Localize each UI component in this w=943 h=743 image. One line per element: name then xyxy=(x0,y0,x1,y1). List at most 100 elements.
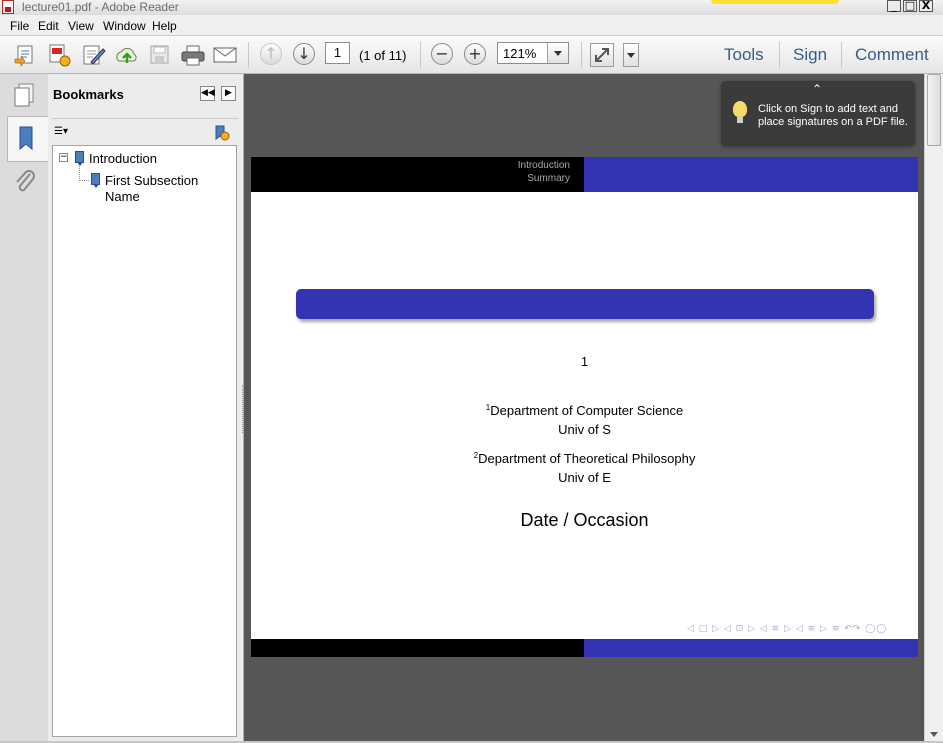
sign-tooltip: ⌃ Click on Sign to add text and place si… xyxy=(721,81,915,146)
tooltip-line-2: place signatures on a PDF file. xyxy=(758,116,908,128)
bookmarks-subtoolbar: ☰▾ xyxy=(52,118,238,145)
slide-footer-left xyxy=(251,639,584,657)
share-files-icon xyxy=(49,44,71,67)
close-button[interactable]: X xyxy=(919,0,933,12)
slide-header-right xyxy=(584,157,918,192)
main-toolbar: ↑ ↓ 1 (1 of 11) − + 121% Tools Sign Comm… xyxy=(0,36,943,74)
toolbar-separator xyxy=(779,42,780,68)
toolbar-separator xyxy=(420,42,421,68)
zoom-out-button[interactable]: − xyxy=(431,43,453,65)
new-bookmark-button[interactable] xyxy=(212,124,230,145)
share-files-button[interactable] xyxy=(47,43,73,67)
zoom-value: 121% xyxy=(503,46,537,61)
tree-connector xyxy=(79,166,89,181)
bookmark-icon xyxy=(91,173,100,188)
tooltip-text: Click on Sign to add text and place sign… xyxy=(758,103,910,129)
title-bar: lecture01.pdf - Adobe Reader _ □ X xyxy=(0,0,943,15)
navigation-rail xyxy=(0,74,49,741)
slide-footer-right xyxy=(584,639,918,657)
chevron-up-icon[interactable]: ⌃ xyxy=(812,83,822,96)
expand-panel-button[interactable]: ▶ xyxy=(221,86,236,101)
slide-title-box xyxy=(296,289,874,319)
sign-edit-icon xyxy=(83,45,106,65)
toolbar-separator xyxy=(248,42,249,68)
menu-bar: File Edit View Window Help xyxy=(0,15,943,36)
print-button[interactable] xyxy=(180,43,206,67)
menu-file[interactable]: File xyxy=(10,19,29,33)
menu-view[interactable]: View xyxy=(68,19,94,33)
pdf-page: Introduction Summary 1 1Department of Co… xyxy=(251,157,918,657)
new-bookmark-icon xyxy=(215,125,230,141)
menu-edit[interactable]: Edit xyxy=(38,19,59,33)
zoom-select[interactable]: 121% xyxy=(497,42,569,64)
bookmarks-icon xyxy=(19,126,33,151)
bookmark-tree: − Introduction First Subsection Name xyxy=(52,145,237,737)
scroll-down-icon[interactable] xyxy=(930,732,938,737)
scrollbar-thumb[interactable] xyxy=(927,74,941,146)
notification-strip[interactable] xyxy=(711,0,839,4)
collapse-panel-button[interactable]: ◀◀ xyxy=(200,86,215,101)
toolbar-separator xyxy=(581,42,582,68)
previous-page-icon: ↑ xyxy=(264,44,278,63)
fit-page-icon xyxy=(595,48,609,62)
affiliation-2-univ: Univ of E xyxy=(558,470,611,485)
zoom-in-button[interactable]: + xyxy=(464,43,486,65)
edit-sign-button[interactable] xyxy=(81,43,107,67)
page-thumbnails-button[interactable] xyxy=(11,82,37,113)
bookmark-label-line1: First Subsection xyxy=(105,173,199,188)
previous-page-button[interactable]: ↑ xyxy=(260,43,282,65)
window-title: lecture01.pdf - Adobe Reader xyxy=(22,0,179,14)
bookmark-options-button[interactable]: ☰▾ xyxy=(54,125,82,139)
beamer-navigation-symbols[interactable]: ◁ □ ▷ ◁ ⊡ ▷ ◁ ≡ ▷ ◁ ≡ ▷ ≡ ↶↷ ◯◯ xyxy=(687,624,915,636)
collapse-toggle[interactable]: − xyxy=(59,153,68,162)
more-tools-icon xyxy=(627,53,635,58)
lightbulb-icon xyxy=(733,101,747,123)
tools-pane-link[interactable]: Tools xyxy=(724,45,764,65)
affiliation-1-dept: 1Department of Computer Science xyxy=(251,403,918,418)
bookmark-icon xyxy=(75,151,84,166)
email-icon xyxy=(213,47,237,63)
header-section[interactable]: Introduction xyxy=(518,160,570,171)
zoom-out-icon: − xyxy=(435,44,449,63)
next-page-button[interactable]: ↓ xyxy=(293,43,315,65)
chevron-down-icon xyxy=(554,51,562,56)
more-tools-button[interactable] xyxy=(623,43,639,67)
menu-window[interactable]: Window xyxy=(103,19,146,33)
bookmark-label-line2: Name xyxy=(105,189,140,204)
next-page-icon: ↓ xyxy=(297,44,311,63)
bookmarks-panel: Bookmarks ◀◀ ▶ ☰▾ − Introduction First S… xyxy=(48,74,244,741)
upload-cloud-icon xyxy=(116,47,137,63)
zoom-dropdown-button[interactable] xyxy=(547,43,568,63)
page-number-input[interactable]: 1 xyxy=(325,42,350,64)
panel-title: Bookmarks xyxy=(53,87,124,102)
create-pdf-button[interactable] xyxy=(13,43,39,67)
page-thumbnails-icon xyxy=(14,83,34,107)
save-icon xyxy=(150,45,169,64)
menu-help[interactable]: Help xyxy=(152,19,177,33)
affiliation-1-univ: Univ of S xyxy=(558,422,611,437)
comment-pane-link[interactable]: Comment xyxy=(855,45,929,65)
toolbar-separator xyxy=(841,42,842,68)
create-pdf-icon xyxy=(14,45,33,67)
adobe-reader-icon xyxy=(2,0,14,14)
header-subsection[interactable]: Summary xyxy=(527,173,570,184)
page-count: (1 of 11) xyxy=(359,48,407,63)
save-button[interactable] xyxy=(147,43,173,67)
bookmark-introduction[interactable]: Introduction xyxy=(89,151,157,167)
email-button[interactable] xyxy=(212,43,238,67)
fit-page-button[interactable] xyxy=(590,43,614,67)
date-occasion: Date / Occasion xyxy=(520,510,649,530)
affiliation-2-dept: 2Department of Theoretical Philosophy xyxy=(251,451,918,466)
bookmarks-tab[interactable] xyxy=(7,116,48,162)
print-icon xyxy=(181,45,205,66)
slide-header-left: Introduction Summary xyxy=(251,157,584,192)
zoom-in-icon: + xyxy=(468,44,482,63)
attachments-icon xyxy=(16,170,35,192)
upload-button[interactable] xyxy=(114,43,140,67)
sign-pane-link[interactable]: Sign xyxy=(793,45,827,65)
maximize-button[interactable]: □ xyxy=(903,0,917,12)
vertical-scrollbar[interactable] xyxy=(924,74,943,741)
minimize-button[interactable]: _ xyxy=(887,0,901,12)
bookmark-first-subsection[interactable]: First Subsection Name xyxy=(105,173,198,205)
attachments-button[interactable] xyxy=(12,168,38,201)
